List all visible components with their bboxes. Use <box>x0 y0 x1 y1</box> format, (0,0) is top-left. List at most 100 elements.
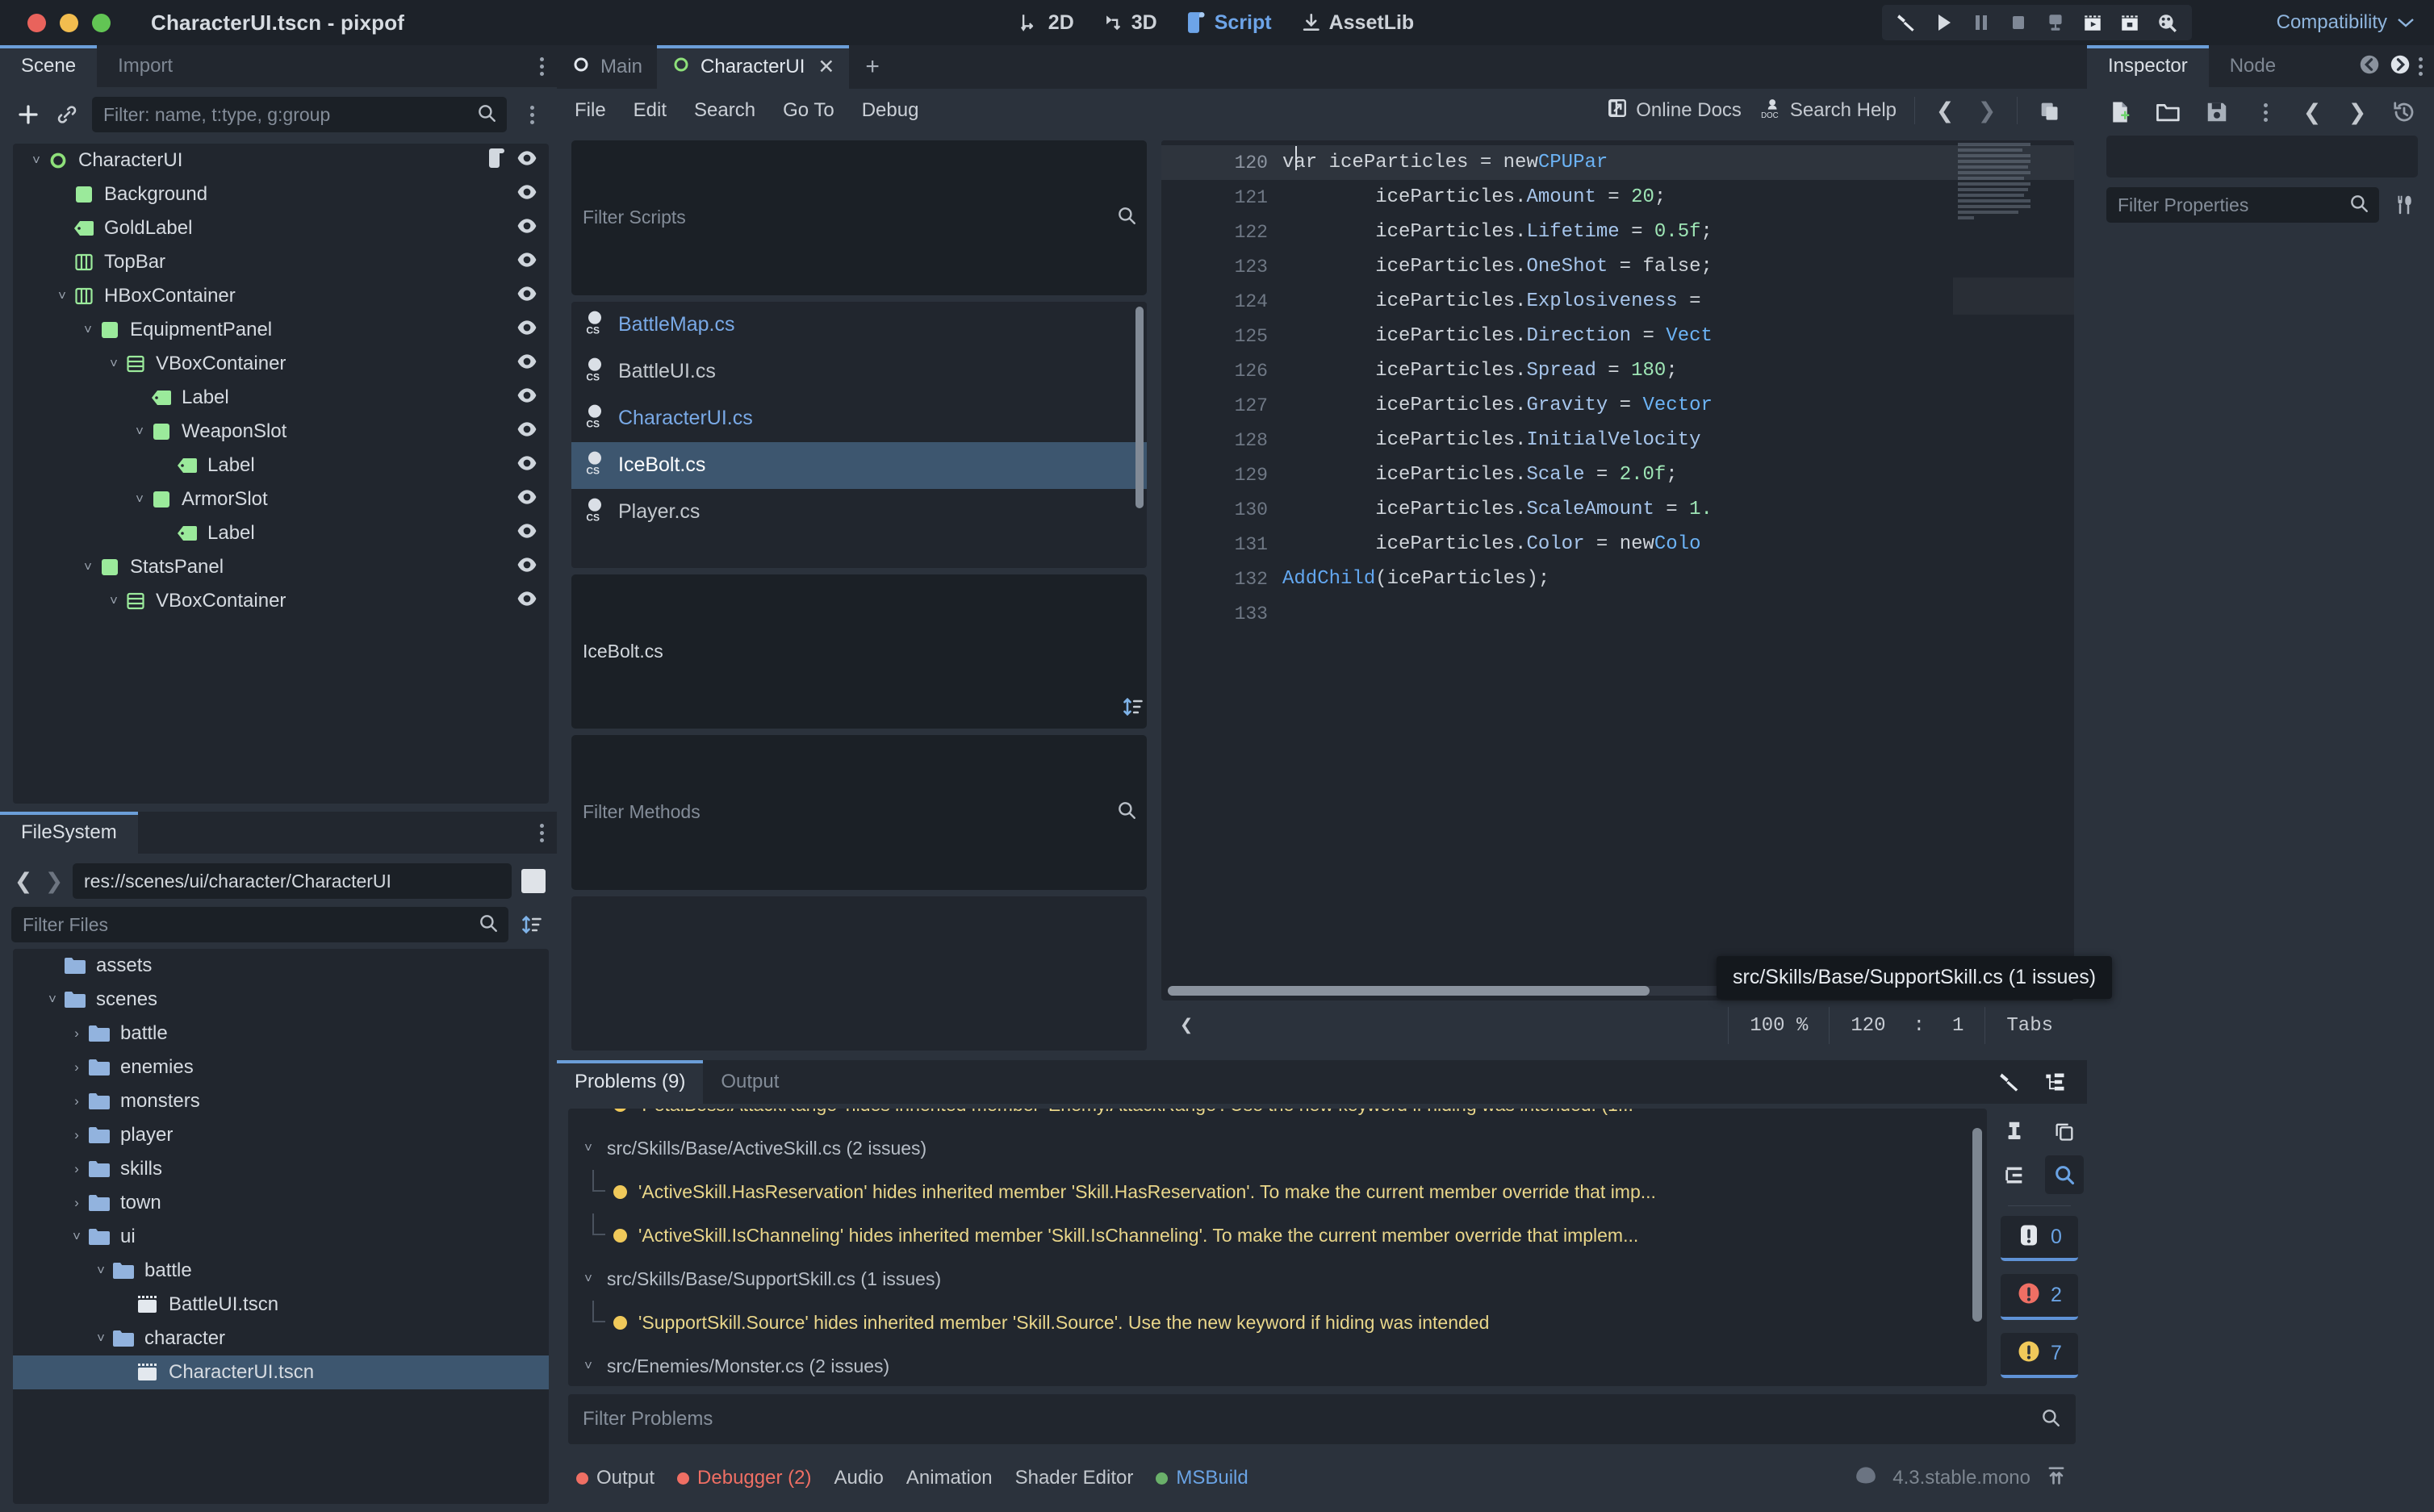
menu-debug[interactable]: Debug <box>862 99 919 122</box>
mode-assetlib-button[interactable]: AssetLib <box>1301 11 1414 35</box>
visibility-toggle-icon[interactable] <box>516 317 537 344</box>
filesystem-filter-input[interactable]: Filter Files <box>11 907 508 942</box>
node-script-icon[interactable] <box>487 148 507 174</box>
script-list-toggle-button[interactable] <box>2035 97 2063 124</box>
tree-twisty[interactable]: ˅ <box>26 152 47 169</box>
instance-scene-button[interactable] <box>53 101 81 128</box>
tree-twisty[interactable]: ˅ <box>579 1140 597 1156</box>
pause-button[interactable] <box>1964 6 1998 39</box>
script-list[interactable]: CS BattleMap.cs CS BattleUI.cs CS CharacterUI… <box>571 301 1147 568</box>
inspector-history-button[interactable] <box>2390 98 2418 126</box>
tab-import[interactable]: Import <box>97 45 194 87</box>
close-window-button[interactable] <box>27 13 46 32</box>
filesystem-folder[interactable]: › skills <box>13 1152 549 1186</box>
script-history-forward-button[interactable]: ❯ <box>1975 98 1999 123</box>
menu-edit[interactable]: Edit <box>634 99 667 122</box>
visibility-toggle-icon[interactable] <box>516 520 537 547</box>
filesystem-folder[interactable]: › player <box>13 1118 549 1152</box>
scene-options-button[interactable] <box>518 101 546 128</box>
visibility-toggle-icon[interactable] <box>516 283 537 310</box>
problem-item[interactable]: 'ActiveSkill.IsChanneling' hides inherit… <box>568 1213 1966 1257</box>
current-script-field[interactable]: IceBolt.cs <box>571 574 1147 729</box>
add-node-button[interactable] <box>15 101 42 128</box>
scene-tree-node[interactable]: xGoldLabel <box>13 211 549 245</box>
build-project-button[interactable] <box>1997 1068 2024 1096</box>
tab-inspector[interactable]: Inspector <box>2087 45 2209 87</box>
tree-twisty[interactable]: › <box>66 1161 87 1177</box>
mode-2d-button[interactable]: 2D <box>1020 11 1074 35</box>
tree-twisty[interactable]: ˅ <box>90 1330 111 1347</box>
visibility-toggle-icon[interactable] <box>516 554 537 581</box>
error-badge[interactable]: 2 <box>2001 1274 2078 1320</box>
status-bar-item[interactable]: Debugger (2) <box>677 1467 811 1489</box>
collapse-all-button[interactable] <box>1995 1155 2034 1194</box>
cursor-position[interactable]: 120 : 1 <box>1829 1007 1984 1044</box>
fs-back-button[interactable]: ❮ <box>11 869 36 894</box>
code-view[interactable]: 120 121 122 123 124 125 126 127 128 129 130 131 132 1… <box>1161 140 2074 1000</box>
visibility-toggle-icon[interactable] <box>516 182 537 208</box>
problem-item[interactable]: 'PetalBoss.AttackRange' hides inherited … <box>568 1109 1966 1126</box>
tree-twisty[interactable]: ˅ <box>129 424 150 440</box>
scene-tree[interactable]: ˅ CharacterUI xBackgroundxGoldLabelxTopBar… <box>13 144 549 804</box>
tab-problems[interactable]: Problems (9) <box>557 1060 704 1104</box>
mode-script-button[interactable]: Script <box>1186 11 1272 35</box>
filesystem-folder[interactable]: ˅ character <box>13 1322 549 1355</box>
status-bar-item[interactable]: Audio <box>834 1467 883 1489</box>
tab-output[interactable]: Output <box>703 1060 797 1104</box>
sort-scripts-button[interactable] <box>1119 693 1147 720</box>
visibility-toggle-icon[interactable] <box>516 385 537 411</box>
status-bar-item[interactable]: Animation <box>906 1467 993 1489</box>
scene-tree-node[interactable]: ˅ VBoxContainer <box>13 584 549 618</box>
new-resource-button[interactable] <box>2106 98 2134 126</box>
movie-writer-button[interactable] <box>2150 6 2184 39</box>
visibility-toggle-icon[interactable] <box>516 249 537 276</box>
filesystem-folder[interactable]: › battle <box>13 1017 549 1050</box>
menu-goto[interactable]: Go To <box>783 99 834 122</box>
filesystem-folder[interactable]: xassets <box>13 949 549 983</box>
status-bar-item[interactable]: Shader Editor <box>1015 1467 1134 1489</box>
tab-node[interactable]: Node <box>2209 45 2297 87</box>
inspector-forward-button[interactable]: ❯ <box>2345 100 2369 125</box>
minimize-window-button[interactable] <box>60 13 78 32</box>
search-help-button[interactable]: DOC Search Help <box>1759 98 1897 124</box>
filesystem-file[interactable]: xCharacterUI.tscn <box>13 1355 549 1389</box>
tree-twisty[interactable]: ˅ <box>42 992 63 1008</box>
scene-tree-node[interactable]: xLabel <box>13 381 549 415</box>
inspector-tools-button[interactable] <box>2390 191 2418 219</box>
filter-properties-input[interactable]: Filter Properties <box>2106 187 2379 223</box>
clear-problems-button[interactable] <box>1995 1112 2034 1151</box>
scene-tree-node[interactable]: ˅ WeaponSlot <box>13 415 549 449</box>
scene-tree-node[interactable]: xTopBar <box>13 245 549 279</box>
minimap-viewport[interactable] <box>1953 278 2074 315</box>
filter-methods-input[interactable]: Filter Methods <box>571 735 1147 890</box>
scene-tree-node[interactable]: ˅ StatsPanel <box>13 550 549 584</box>
visibility-toggle-icon[interactable] <box>516 588 537 615</box>
history-forward-circle-icon[interactable] <box>2388 52 2412 81</box>
scene-tree-node[interactable]: ˅ CharacterUI <box>13 144 549 178</box>
visibility-toggle-icon[interactable] <box>516 453 537 479</box>
script-list-item[interactable]: CS CharacterUI.cs <box>571 395 1147 442</box>
inspector-back-button[interactable]: ❮ <box>2300 100 2324 125</box>
run-custom-scene-button[interactable] <box>2113 6 2147 39</box>
visibility-toggle-icon[interactable] <box>516 351 537 378</box>
tree-twisty[interactable]: ˅ <box>103 356 124 372</box>
tree-twisty[interactable]: ˅ <box>103 593 124 609</box>
expand-bottom-panel-icon[interactable] <box>2045 1465 2068 1492</box>
mode-3d-button[interactable]: 3D <box>1103 11 1157 35</box>
problem-file-group[interactable]: ˅ src/Skills/Base/ActiveSkill.cs (2 issue… <box>568 1126 1966 1170</box>
scene-tree-node[interactable]: xLabel <box>13 449 549 482</box>
filesystem-file[interactable]: xBattleUI.tscn <box>13 1288 549 1322</box>
filesystem-folder[interactable]: › monsters <box>13 1084 549 1118</box>
tree-twisty[interactable]: ˅ <box>66 1229 87 1245</box>
menu-search[interactable]: Search <box>694 99 755 122</box>
menu-file[interactable]: File <box>575 99 606 122</box>
filesystem-folder[interactable]: ˅ ui <box>13 1220 549 1254</box>
scene-tree-node[interactable]: ˅ HBoxContainer <box>13 279 549 313</box>
problem-file-group[interactable]: ˅ src/Enemies/Monster.cs (2 issues) <box>568 1344 1966 1386</box>
status-bar-item[interactable]: MSBuild <box>1156 1467 1248 1489</box>
tree-view-icon[interactable] <box>2042 1068 2069 1096</box>
filter-scripts-input[interactable]: Filter Scripts <box>571 140 1147 295</box>
problem-item[interactable]: 'SupportSkill.Source' hides inherited me… <box>568 1301 1966 1344</box>
filter-problems-input[interactable]: Filter Problems <box>568 1394 2076 1444</box>
tree-twisty[interactable]: ˅ <box>129 491 150 507</box>
